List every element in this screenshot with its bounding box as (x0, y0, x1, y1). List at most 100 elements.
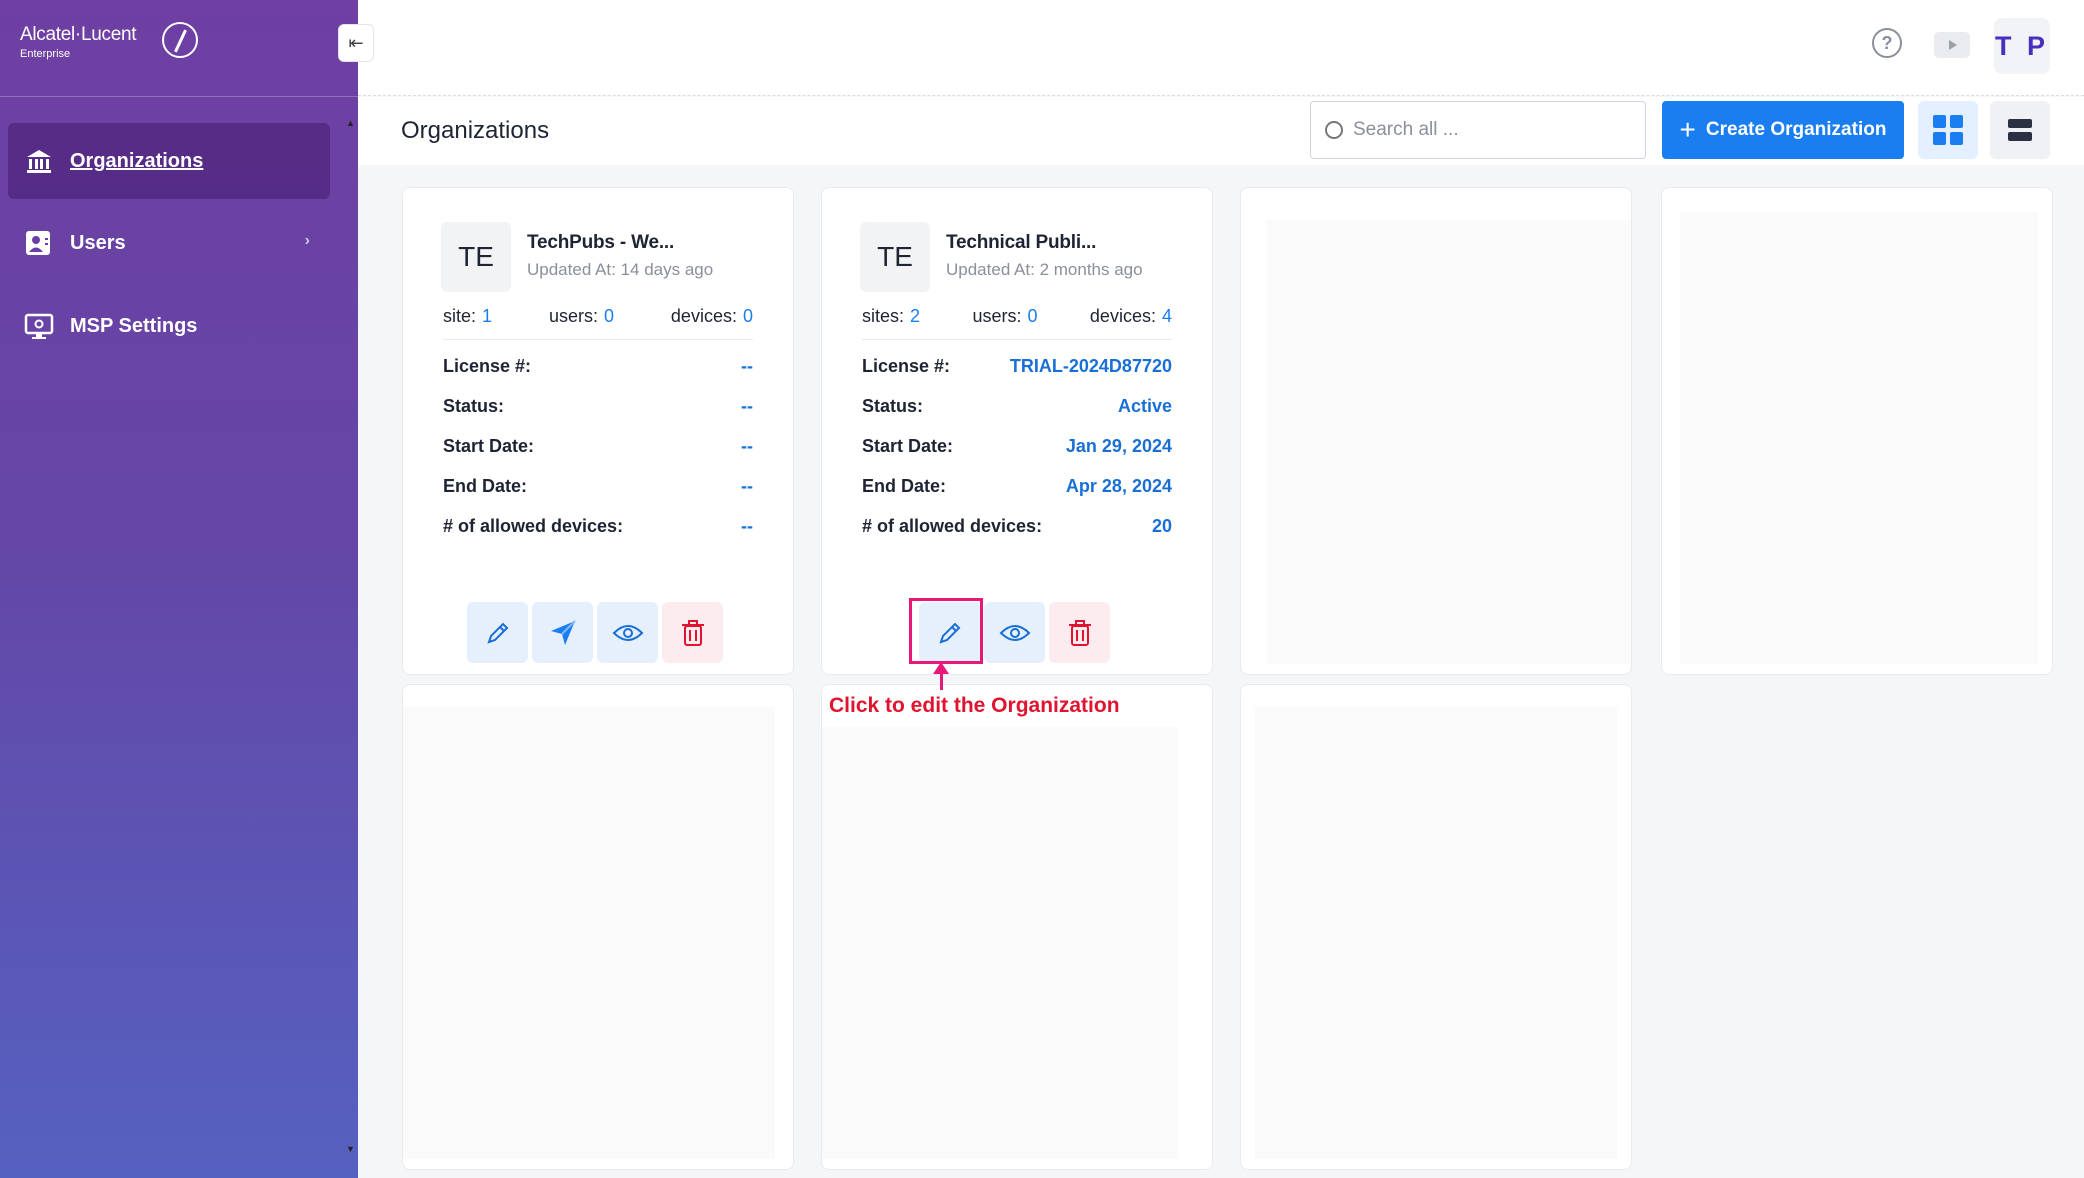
organization-card[interactable]: TE Technical Publi... Updated At: 2 mont… (821, 187, 1213, 675)
stat-value[interactable]: 0 (1027, 306, 1037, 326)
info-row: Start Date: Jan 29, 2024 (862, 436, 1172, 457)
delete-button[interactable] (1049, 602, 1110, 663)
stat-label: sites: (862, 306, 905, 326)
arrow-up-icon (933, 662, 949, 690)
info-label: Start Date: (862, 436, 954, 456)
placeholder-card (1240, 187, 1632, 675)
info-row: # of allowed devices: 20 (862, 516, 1172, 537)
info-label: End Date: (443, 476, 528, 496)
stat-value[interactable]: 0 (604, 306, 614, 326)
info-row: End Date: -- (443, 476, 753, 497)
monitor-settings-icon (24, 311, 54, 341)
sidebar-item-msp-settings[interactable]: MSP Settings (8, 288, 330, 364)
trash-icon (1068, 619, 1091, 646)
info-row: End Date: Apr 28, 2024 (862, 476, 1172, 497)
eye-icon (999, 624, 1030, 641)
stat-label: users: (548, 306, 598, 326)
trash-icon (681, 619, 704, 646)
stat-label: site: (443, 306, 477, 326)
user-card-icon (24, 228, 54, 258)
brand-mark-icon (162, 22, 198, 58)
stat-value[interactable]: 2 (910, 306, 920, 326)
list-icon (2008, 119, 2032, 141)
info-row: Status: -- (443, 396, 753, 417)
stat-label: devices: (1089, 306, 1156, 326)
info-value: TRIAL-2024D87720 (1009, 356, 1172, 376)
collapse-sidebar-button[interactable]: ⇤ (338, 24, 374, 62)
search-box[interactable] (1310, 101, 1646, 159)
search-input[interactable] (1353, 119, 1633, 141)
placeholder-card (402, 684, 794, 1170)
stat-value[interactable]: 0 (743, 306, 753, 326)
sidebar-item-users[interactable]: Users › (8, 205, 330, 281)
plus-icon: + (1679, 114, 1696, 145)
pencil-icon (486, 622, 508, 644)
organization-card[interactable]: TE TechPubs - We... Updated At: 14 days … (402, 187, 794, 675)
page-header: Organizations + Create Organization (358, 97, 2084, 165)
org-updated: Updated At: 2 months ago (946, 260, 1143, 279)
video-tutorial-icon[interactable] (1934, 32, 1970, 58)
avatar[interactable]: T P (1994, 18, 2050, 74)
brand-name: Alcatel·Lucent (20, 24, 137, 45)
grid-view-button[interactable] (1918, 101, 1978, 159)
sidebar-divider (0, 96, 358, 97)
info-value: -- (741, 476, 753, 496)
create-organization-button[interactable]: + Create Organization (1662, 101, 1904, 159)
info-row: Status: Active (862, 396, 1172, 417)
info-value: Apr 28, 2024 (1065, 476, 1172, 496)
info-label: End Date: (862, 476, 947, 496)
help-icon[interactable]: ? (1872, 28, 1902, 58)
page-title: Organizations (401, 117, 550, 144)
org-stats: site: 1 users: 0 devices: 0 (443, 306, 753, 340)
top-bar: ? T P (358, 0, 2084, 96)
stat-value[interactable]: 1 (482, 306, 492, 326)
brand-logo: Alcatel·Lucent Enterprise (20, 22, 198, 60)
card-header: TE TechPubs - We... Updated At: 14 days … (441, 222, 713, 292)
info-label: Status: (862, 396, 924, 416)
org-stats: sites: 2 users: 0 devices: 4 (862, 306, 1172, 340)
placeholder-card (821, 684, 1213, 1170)
sidebar: Alcatel·Lucent Enterprise ▲ Organization… (0, 0, 358, 1178)
chevron-right-icon: › (304, 232, 310, 249)
delete-button[interactable] (662, 602, 723, 663)
annotation-callout: Click to edit the Organization (829, 694, 1120, 717)
org-name: Technical Publi... (946, 232, 1097, 253)
info-label: # of allowed devices: (443, 516, 624, 536)
scroll-down-icon[interactable]: ▼ (346, 1144, 355, 1154)
view-button[interactable] (597, 602, 658, 663)
brand-sub: Enterprise (20, 48, 71, 60)
info-label: Start Date: (443, 436, 535, 456)
card-header: TE Technical Publi... Updated At: 2 mont… (860, 222, 1143, 292)
info-label: License #: (443, 356, 532, 376)
edit-highlight-box (909, 598, 983, 664)
info-row: Start Date: -- (443, 436, 753, 457)
info-value: -- (741, 436, 753, 456)
edit-button[interactable] (467, 602, 528, 663)
info-row: License #: -- (443, 356, 753, 377)
send-button[interactable] (532, 602, 593, 663)
stat-label: devices: (670, 306, 737, 326)
card-actions (467, 602, 723, 663)
stat-value[interactable]: 4 (1162, 306, 1172, 326)
info-row: License #: TRIAL-2024D87720 (862, 356, 1172, 377)
info-value: Active (1117, 396, 1172, 416)
org-initials: TE (441, 222, 511, 292)
sidebar-item-label: Organizations (70, 149, 204, 172)
stat-label: users: (972, 306, 1022, 326)
sidebar-item-organizations[interactable]: Organizations (8, 123, 330, 199)
info-label: Status: (443, 396, 505, 416)
list-view-button[interactable] (1990, 101, 2050, 159)
search-icon (1325, 121, 1343, 139)
info-value: -- (741, 516, 753, 536)
grid-icon (1933, 115, 1963, 145)
info-value: -- (741, 356, 753, 376)
arrow-left-icon: ⇤ (348, 32, 364, 53)
info-value: -- (741, 396, 753, 416)
scroll-up-icon[interactable]: ▲ (346, 118, 355, 128)
info-label: # of allowed devices: (862, 516, 1043, 536)
paper-plane-icon (550, 619, 576, 645)
create-organization-label: Create Organization (1705, 119, 1887, 140)
info-value: 20 (1151, 516, 1172, 536)
view-button[interactable] (984, 602, 1045, 663)
info-row: # of allowed devices: -- (443, 516, 753, 537)
